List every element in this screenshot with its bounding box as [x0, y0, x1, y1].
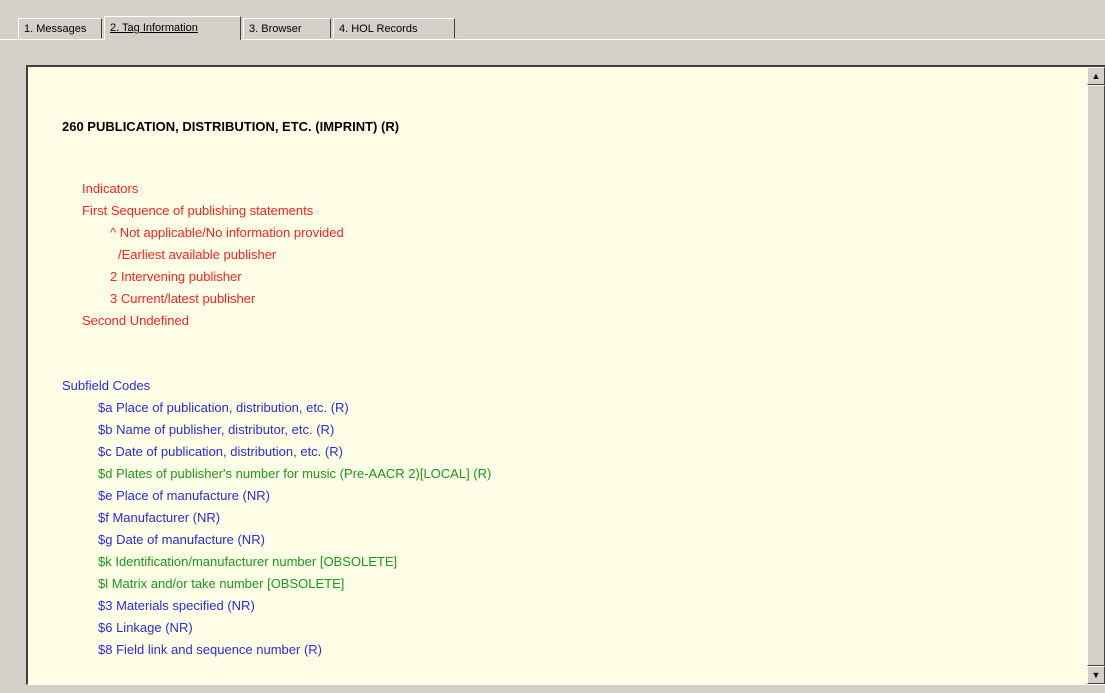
tab-bar: 1. Messages 2. Tag Information 3. Browse…: [0, 0, 1105, 40]
subfield-code-item: $b Name of publisher, distributor, etc. …: [98, 422, 335, 437]
first-indicator-label: First Sequence of publishing statements: [82, 203, 314, 218]
first-indicator-value: 2 Intervening publisher: [110, 269, 242, 284]
subfield-code-item: $f Manufacturer (NR): [98, 510, 221, 525]
subfield-code-item: $l Matrix and/or take number [OBSOLETE]: [98, 576, 345, 591]
subfield-code-item: $e Place of manufacture (NR): [98, 488, 270, 503]
subfield-code-item: $8 Field link and sequence number (R): [98, 642, 323, 657]
tab-browser[interactable]: 3. Browser: [243, 18, 331, 38]
tag-info-panel: 260 PUBLICATION, DISTRIBUTION, ETC. (IMP…: [26, 65, 1105, 685]
vertical-scrollbar[interactable]: ▲ ▼: [1087, 67, 1105, 684]
field-title: 260 PUBLICATION, DISTRIBUTION, ETC. (IMP…: [62, 119, 400, 134]
tab-tag-information[interactable]: 2. Tag Information: [104, 16, 241, 40]
scroll-up-arrow-icon[interactable]: ▲: [1087, 67, 1105, 85]
tab-messages[interactable]: 1. Messages: [18, 18, 102, 38]
subfield-code-item: $k Identification/manufacturer number [O…: [98, 554, 398, 569]
first-indicator-value: 3 Current/latest publisher: [110, 291, 256, 306]
subfield-code-item: $c Date of publication, distribution, et…: [98, 444, 343, 459]
subfield-code-item: $6 Linkage (NR): [98, 620, 193, 635]
subfield-code-item: $3 Materials specified (NR): [98, 598, 255, 613]
subfield-code-item: $a Place of publication, distribution, e…: [98, 400, 349, 415]
tab-hol-records[interactable]: 4. HOL Records: [333, 18, 455, 38]
tag-info-content[interactable]: 260 PUBLICATION, DISTRIBUTION, ETC. (IMP…: [28, 67, 1081, 685]
indicators-heading: Indicators: [82, 181, 139, 196]
subfield-codes-heading: Subfield Codes: [62, 378, 151, 393]
subfield-code-item: $d Plates of publisher's number for musi…: [98, 466, 492, 481]
scrollbar-thumb[interactable]: [1087, 85, 1105, 666]
second-indicator-label: Second Undefined: [82, 313, 189, 328]
scroll-down-arrow-icon[interactable]: ▼: [1087, 666, 1105, 684]
subfield-code-item: $g Date of manufacture (NR): [98, 532, 265, 547]
first-indicator-value: /Earliest available publisher: [118, 247, 277, 262]
first-indicator-value: ^ Not applicable/No information provided: [110, 225, 344, 240]
